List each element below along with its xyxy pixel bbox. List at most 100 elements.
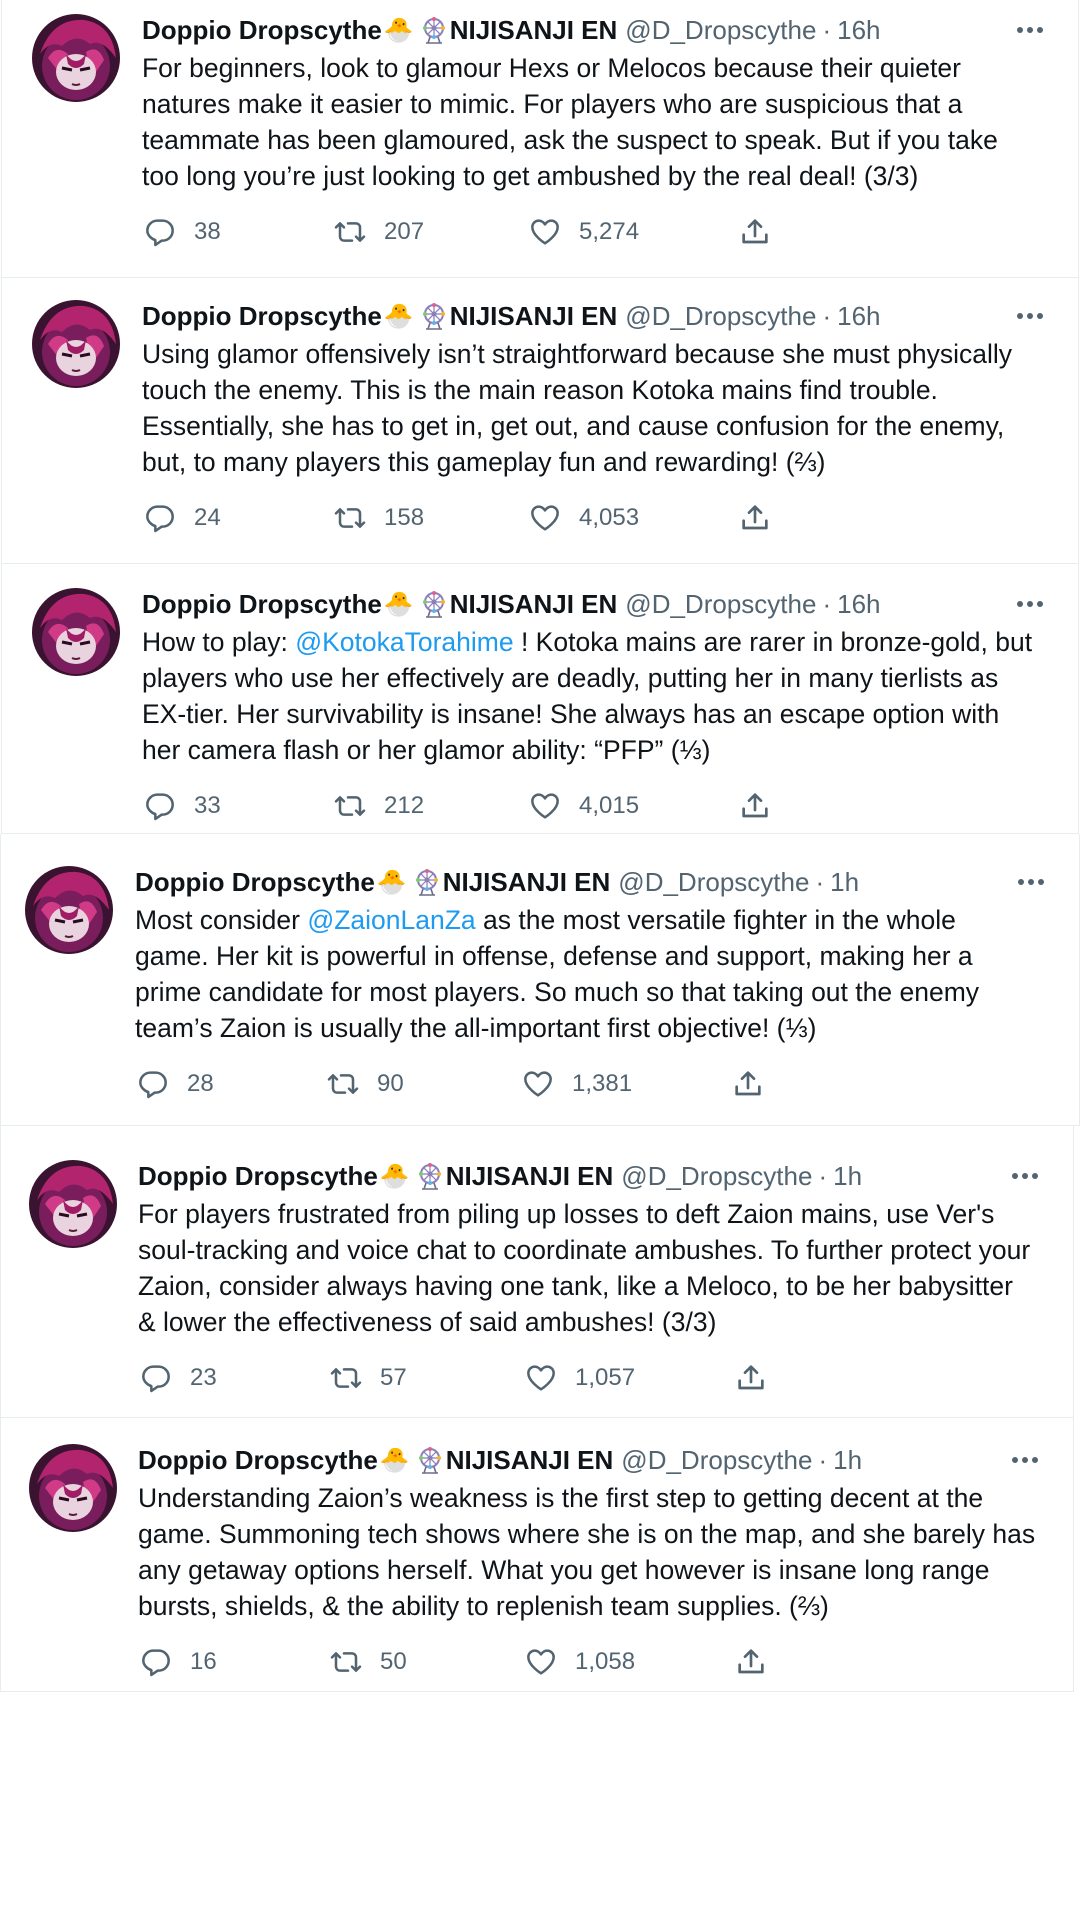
avatar[interactable] <box>32 300 120 388</box>
timestamp[interactable]: 16h <box>837 298 880 334</box>
retweet-button[interactable]: 50 <box>330 1644 407 1680</box>
more-options-icon[interactable] <box>1007 1158 1043 1194</box>
action-bar: 24 158 4,053 <box>144 500 904 536</box>
more-options-icon[interactable] <box>1012 586 1048 622</box>
reply-count: 16 <box>190 1648 217 1675</box>
tweet-3[interactable]: Doppio Dropscythe 🐣 NIJISANJI EN @D_Drop… <box>1 564 1079 834</box>
display-name[interactable]: Doppio Dropscythe <box>138 1158 378 1194</box>
reply-icon <box>139 1071 167 1099</box>
user-handle[interactable]: @D_Dropscythe <box>625 586 816 622</box>
reply-button[interactable]: 16 <box>140 1644 217 1680</box>
timestamp[interactable]: 1h <box>830 864 859 900</box>
reply-button[interactable]: 24 <box>144 500 221 536</box>
timestamp[interactable]: 1h <box>833 1442 862 1478</box>
reply-icon <box>146 505 174 533</box>
user-handle[interactable]: @D_Dropscythe <box>618 864 809 900</box>
timestamp[interactable]: 16h <box>837 12 880 48</box>
avatar[interactable] <box>29 1160 117 1248</box>
mention-link[interactable]: @ZaionLanZa <box>307 905 475 935</box>
share-icon <box>742 219 768 244</box>
like-button[interactable]: 1,058 <box>525 1644 635 1680</box>
avatar[interactable] <box>32 14 120 102</box>
more-options-icon[interactable] <box>1007 1442 1043 1478</box>
heart-icon <box>527 1365 555 1391</box>
separator-dot: · <box>815 867 825 897</box>
display-name[interactable]: Doppio Dropscythe <box>138 1442 378 1478</box>
action-bar: 33 212 4,015 <box>144 788 904 824</box>
avatar[interactable] <box>25 866 113 954</box>
retweet-button[interactable]: 90 <box>327 1066 404 1102</box>
like-count: 1,057 <box>575 1364 636 1391</box>
timestamp[interactable]: 16h <box>837 586 880 622</box>
user-handle[interactable]: @D_Dropscythe <box>625 298 816 334</box>
share-button[interactable] <box>739 788 789 824</box>
tweet-header: Doppio Dropscythe 🐣 NIJISANJI EN @D_Drop… <box>138 1158 862 1194</box>
user-handle[interactable]: @D_Dropscythe <box>621 1442 812 1478</box>
tweet-1[interactable]: Doppio Dropscythe 🐣 NIJISANJI EN @D_Drop… <box>1 0 1079 278</box>
separator-dot: · <box>818 1161 828 1191</box>
retweet-button[interactable]: 57 <box>330 1360 407 1396</box>
action-bar: 23 57 1,057 <box>140 1360 900 1396</box>
tweet-text: For players frustrated from piling up lo… <box>138 1196 1038 1340</box>
tweet-text: Using glamor offensively isn’t straightf… <box>142 336 1042 480</box>
display-name[interactable]: Doppio Dropscythe <box>142 12 382 48</box>
display-name[interactable]: Doppio Dropscythe <box>142 298 382 334</box>
reply-count: 28 <box>187 1070 214 1097</box>
retweet-icon <box>334 508 366 528</box>
mention-link[interactable]: @KotokaTorahime <box>295 627 513 657</box>
separator-dot: · <box>822 15 832 45</box>
avatar[interactable] <box>29 1444 117 1532</box>
tweet-text: Most consider @ZaionLanZa as the most ve… <box>135 902 1035 1046</box>
tweet-text-part: Understanding Zaion’s weakness is the fi… <box>138 1483 1043 1621</box>
share-icon <box>742 505 768 530</box>
reply-button[interactable]: 38 <box>144 214 221 250</box>
tweet-4[interactable]: Doppio Dropscythe 🐣 NIJISANJI EN @D_Drop… <box>0 834 1080 1126</box>
tweet-5[interactable]: Doppio Dropscythe 🐣 NIJISANJI EN @D_Drop… <box>0 1126 1074 1418</box>
like-button[interactable]: 5,274 <box>529 214 639 250</box>
timestamp[interactable]: 1h <box>833 1158 862 1194</box>
chick-emoji-icon: 🐣 <box>379 1162 410 1190</box>
more-options-icon[interactable] <box>1012 298 1048 334</box>
like-count: 1,058 <box>575 1648 636 1675</box>
share-button[interactable] <box>735 1644 785 1680</box>
heart-icon <box>524 1071 552 1097</box>
user-handle[interactable]: @D_Dropscythe <box>625 12 816 48</box>
like-button[interactable]: 1,381 <box>522 1066 632 1102</box>
share-button[interactable] <box>732 1066 782 1102</box>
reply-button[interactable]: 28 <box>137 1066 214 1102</box>
reply-icon <box>146 793 174 821</box>
tweet-header: Doppio Dropscythe 🐣 NIJISANJI EN @D_Drop… <box>138 1442 862 1478</box>
share-button[interactable] <box>739 500 789 536</box>
retweet-button[interactable]: 158 <box>334 500 424 536</box>
tweet-2[interactable]: Doppio Dropscythe 🐣 NIJISANJI EN @D_Drop… <box>1 278 1079 564</box>
ferris-wheel-icon <box>413 868 441 896</box>
heart-icon <box>531 219 559 245</box>
user-handle[interactable]: @D_Dropscythe <box>621 1158 812 1194</box>
separator-dot: · <box>822 589 832 619</box>
more-options-icon[interactable] <box>1012 12 1048 48</box>
retweet-button[interactable]: 212 <box>334 788 424 824</box>
tweet-6[interactable]: Doppio Dropscythe 🐣 NIJISANJI EN @D_Drop… <box>0 1418 1074 1692</box>
retweet-button[interactable]: 207 <box>334 214 424 250</box>
retweet-icon <box>327 1074 359 1094</box>
share-icon <box>742 793 768 818</box>
reply-icon <box>142 1365 170 1393</box>
share-button[interactable] <box>735 1360 785 1396</box>
reply-button[interactable]: 23 <box>140 1360 217 1396</box>
like-button[interactable]: 4,015 <box>529 788 639 824</box>
share-button[interactable] <box>739 214 789 250</box>
like-button[interactable]: 4,053 <box>529 500 639 536</box>
org-name: NIJISANJI EN <box>449 301 618 331</box>
like-count: 4,015 <box>579 792 640 819</box>
share-icon <box>738 1649 764 1674</box>
avatar[interactable] <box>32 588 120 676</box>
share-icon <box>738 1365 764 1390</box>
like-button[interactable]: 1,057 <box>525 1360 635 1396</box>
ferris-wheel-icon <box>420 302 448 330</box>
display-name[interactable]: Doppio Dropscythe <box>142 586 382 622</box>
action-bar: 38 207 5,274 <box>144 214 904 250</box>
like-count: 1,381 <box>572 1070 633 1097</box>
display-name[interactable]: Doppio Dropscythe <box>135 864 375 900</box>
reply-button[interactable]: 33 <box>144 788 221 824</box>
more-options-icon[interactable] <box>1013 864 1049 900</box>
